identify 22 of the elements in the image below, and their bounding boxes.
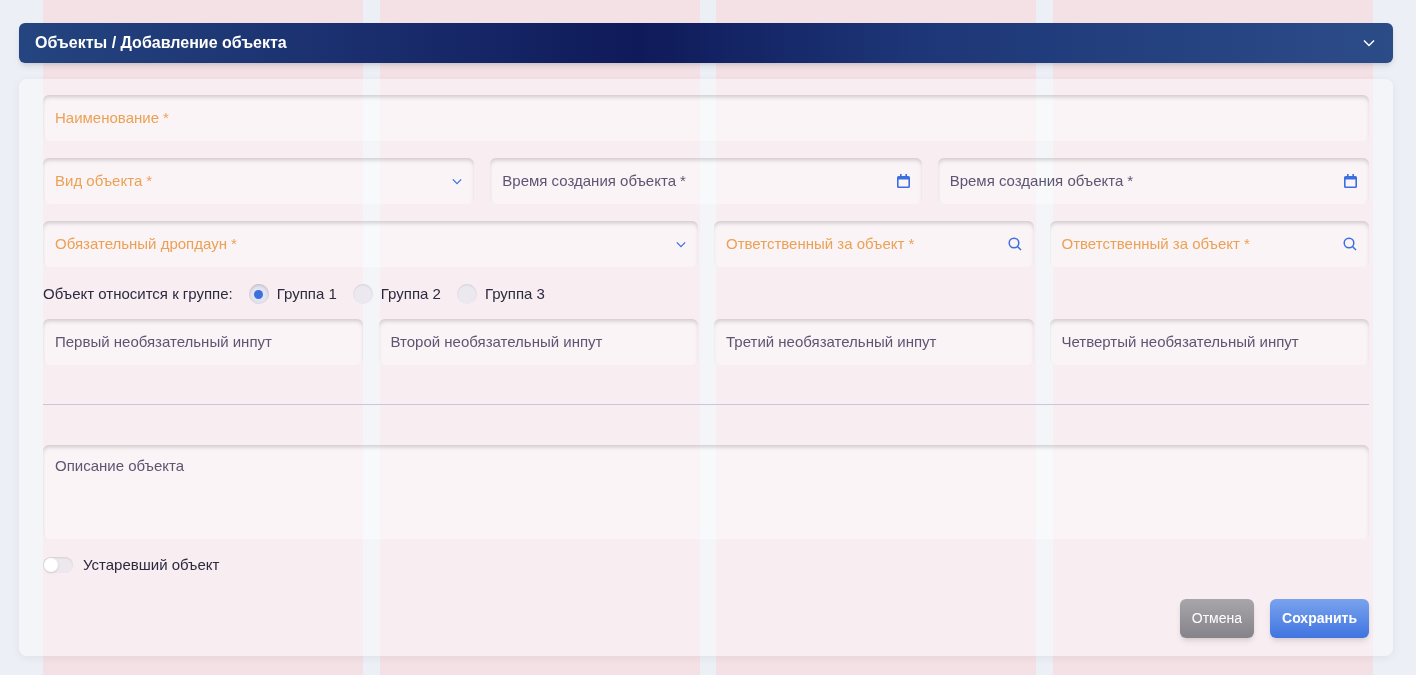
input-field[interactable]: Первый необязательный инпут xyxy=(43,319,363,365)
chevron-down-icon xyxy=(452,177,463,185)
calendar-icon xyxy=(896,174,910,188)
radio-option[interactable]: Группа 3 xyxy=(456,282,545,306)
page-title: Объекты / Добавление объекта xyxy=(35,33,287,53)
chevron-down-icon xyxy=(1363,39,1375,47)
date-field[interactable]: Время создания объекта * xyxy=(490,158,922,204)
group-label: Объект относится к группе: xyxy=(43,283,233,304)
radio-option[interactable]: Группа 2 xyxy=(352,282,441,306)
input-field[interactable]: Второй необязательный инпут xyxy=(378,319,698,365)
save-button[interactable]: Сохранить xyxy=(1270,598,1369,638)
toggle-switch[interactable] xyxy=(43,557,73,574)
calendar-icon xyxy=(1344,174,1357,188)
date-field[interactable]: Время создания объекта * xyxy=(937,158,1369,204)
chevron-down-icon xyxy=(676,240,686,248)
search-icon xyxy=(1343,237,1357,251)
input-field[interactable]: Третий необязательный инпут xyxy=(714,319,1034,365)
radio-option[interactable]: Группа 1 xyxy=(248,282,337,306)
input-field[interactable]: Четвертый необязательный инпут xyxy=(1049,319,1369,365)
toggle-label: Устаревший объект xyxy=(83,555,220,575)
description-field[interactable]: Описание объекта xyxy=(43,445,1369,539)
search-icon xyxy=(1007,237,1022,251)
